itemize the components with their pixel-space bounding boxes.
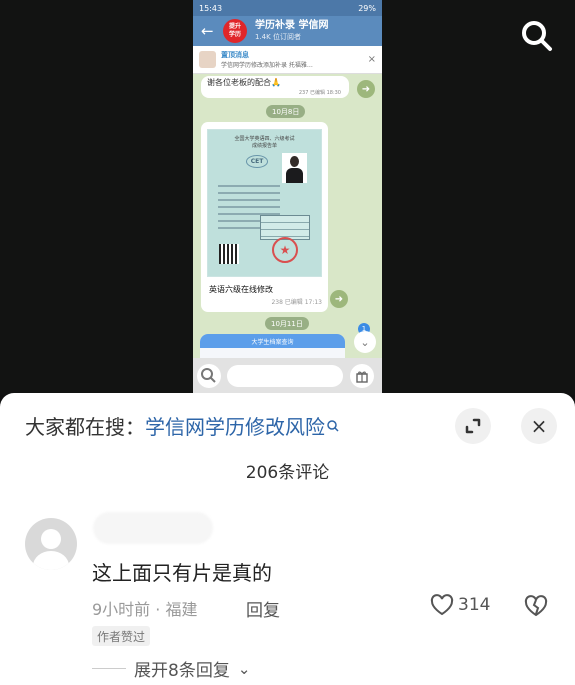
- phone-status-bar: 15:43 29%: [193, 0, 382, 16]
- pinned-message-bar: 置顶消息 学信网学历修改添加补录 托福雅… ×: [193, 46, 382, 74]
- chevron-down-icon: ⌄: [354, 331, 376, 353]
- channel-title: 学历补录 学信网: [255, 20, 329, 31]
- video-area: 15:43 29% ← 提升 学历 学历补录 学信网 1.4K 位订阅者 置顶消…: [0, 0, 575, 395]
- certificate-image: 全国大学英语四、六级考试 成绩报告单 CET ★: [207, 129, 322, 277]
- expand-replies-label: 展开8条回复: [134, 661, 230, 681]
- pinned-message-text: 学信网学历修改添加补录 托福雅…: [221, 62, 313, 69]
- date-separator: 10月8日: [266, 105, 306, 118]
- expand-button[interactable]: [455, 408, 491, 444]
- close-button[interactable]: ×: [521, 408, 557, 444]
- expand-replies-button[interactable]: 展开8条回复 ⌄: [92, 656, 250, 681]
- official-stamp: ★: [272, 237, 298, 263]
- comment-text: 这上面只有片是真的: [92, 561, 272, 585]
- heart-icon: [430, 594, 454, 616]
- qr-code: [219, 244, 239, 264]
- avatar[interactable]: [25, 518, 77, 570]
- blurred-username: [93, 512, 213, 544]
- search-prefix: 大家都在搜：: [25, 415, 145, 439]
- phone-time: 15:43: [199, 3, 223, 13]
- pinned-message-thumbnail: [199, 51, 216, 68]
- comments-sheet: 大家都在搜： 学信网学历修改风险 × 206条评论 这上面只有片是真的 9小时前…: [0, 393, 575, 685]
- comment-time-location: 9小时前 · 福建: [92, 600, 198, 619]
- previous-message: 谢各位老板的配合🙏 237 已编辑 18:30: [201, 76, 349, 98]
- search-icon[interactable]: [519, 18, 555, 54]
- message-input-bar: [193, 358, 382, 395]
- close-pinned-icon: ×: [367, 54, 376, 65]
- comment-count: 206条评论: [245, 463, 330, 483]
- subscriber-count: 1.4K 位订阅者: [255, 33, 301, 41]
- like-button[interactable]: 314: [428, 591, 490, 619]
- date-separator: 10月11日: [265, 317, 309, 330]
- pinned-message-title: 置顶消息: [221, 51, 249, 59]
- certificate-heading: 全国大学英语四、六级考试 成绩报告单: [234, 136, 295, 149]
- student-photo: [282, 153, 307, 183]
- channel-avatar: 提升 学历: [223, 19, 247, 43]
- search-suggestion-link[interactable]: 学信网学历修改风险: [145, 411, 325, 440]
- certificate-caption: 英语六级在线修改: [209, 285, 273, 294]
- battery-level: 29%: [358, 3, 376, 13]
- cet-logo: CET: [246, 155, 268, 168]
- search-suggestion[interactable]: 大家都在搜： 学信网学历修改风险: [25, 411, 340, 440]
- broken-heart-icon[interactable]: [522, 592, 550, 620]
- certificate-message: 全国大学英语四、六级考试 成绩报告单 CET ★ 英语六级在线修改 238 已编…: [201, 122, 328, 312]
- chevron-down-icon: ⌄: [237, 659, 251, 678]
- expand-icon: [465, 418, 481, 434]
- gift-icon: [350, 364, 374, 388]
- share-icon: ➜: [330, 290, 348, 308]
- new-message-header: 大学生档案查询: [200, 334, 345, 348]
- share-icon: ➜: [357, 80, 375, 98]
- previous-message-text: 谢各位老板的配合🙏: [207, 78, 281, 87]
- telegram-screenshot: 15:43 29% ← 提升 学历 学历补录 学信网 1.4K 位订阅者 置顶消…: [193, 0, 382, 395]
- divider: [92, 668, 126, 669]
- search-icon: [197, 364, 221, 388]
- close-icon: ×: [530, 414, 548, 438]
- reply-button[interactable]: 回复: [246, 596, 280, 621]
- certificate-message-meta: 238 已编辑 17:13: [271, 299, 322, 306]
- back-arrow-icon: ←: [201, 22, 214, 40]
- author-liked-badge: 作者赞过: [92, 626, 151, 646]
- like-count: 314: [458, 595, 491, 615]
- message-input-field: [227, 365, 343, 387]
- channel-header: ← 提升 学历 学历补录 学信网 1.4K 位订阅者: [193, 16, 382, 46]
- previous-message-meta: 237 已编辑 18:30: [298, 90, 341, 96]
- search-icon[interactable]: [326, 419, 340, 433]
